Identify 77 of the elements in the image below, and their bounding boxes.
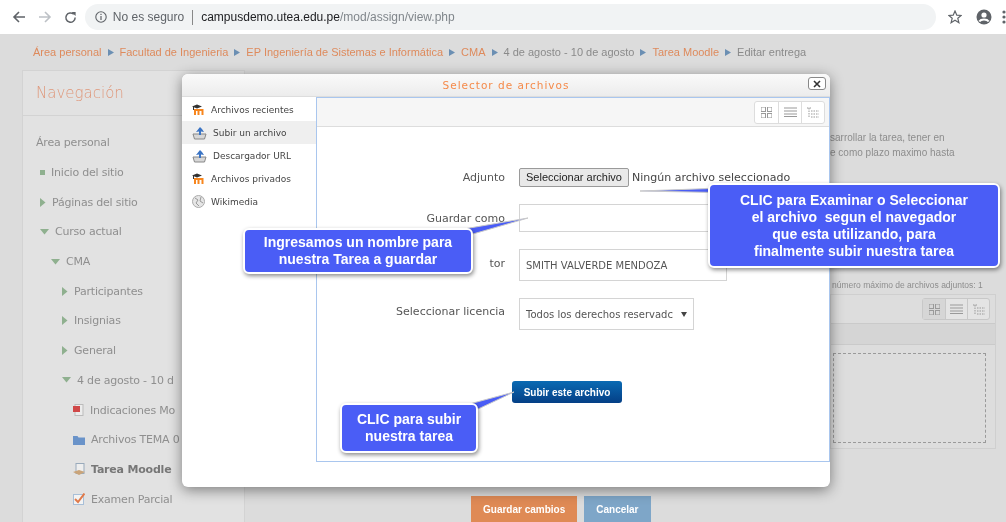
document-icon xyxy=(73,404,84,417)
breadcrumb-link[interactable]: CMA xyxy=(461,46,486,58)
nav-link[interactable]: 4 de agosto - 10 d xyxy=(77,373,174,387)
graduation-cap-icon xyxy=(192,173,205,184)
upload-icon xyxy=(192,148,207,163)
nav-link[interactable]: Indicaciones Mo xyxy=(90,403,176,417)
field-label: Adjunto xyxy=(462,170,505,184)
cancel-button[interactable]: Cancelar xyxy=(584,496,651,522)
callout: Ingresamos un nombre para nuestra Tarea a guardar xyxy=(243,228,473,274)
tree-icon xyxy=(807,106,819,118)
nav-link[interactable]: Insignias xyxy=(74,314,121,328)
upload-icon xyxy=(192,125,207,140)
license-select[interactable]: Todos los derechos reservadc xyxy=(519,298,694,330)
account-icon[interactable] xyxy=(976,9,993,25)
breadcrumb-link[interactable]: EP Ingeniería de Sistemas e Informática xyxy=(246,46,444,58)
nav-link[interactable]: Archivos TEMA 0 xyxy=(91,433,180,447)
author-field[interactable]: SMITH VALVERDE MENDOZA xyxy=(519,249,727,281)
nav-link[interactable]: Participantes xyxy=(74,284,143,298)
separator-icon xyxy=(234,48,241,56)
separator-icon xyxy=(640,48,647,56)
back-icon[interactable] xyxy=(11,10,26,24)
bullet-icon xyxy=(40,170,45,176)
field-label: tor xyxy=(489,257,505,270)
assignment-icon xyxy=(73,463,85,476)
save-button[interactable]: Guardar cambios xyxy=(471,496,578,522)
caret-icon xyxy=(681,311,687,317)
nav-link[interactable]: Examen Parcial xyxy=(91,492,173,506)
security-label: No es seguro xyxy=(112,10,185,24)
star-icon[interactable] xyxy=(948,10,963,24)
close-button[interactable] xyxy=(808,77,826,90)
list-icon xyxy=(950,304,963,314)
graduation-cap-icon xyxy=(192,104,205,115)
breadcrumb-text: 4 de agosto - 10 de agosto xyxy=(503,46,635,58)
breadcrumb-text: Editar entrega xyxy=(737,46,807,58)
separator-icon xyxy=(725,48,732,56)
menu-icon[interactable] xyxy=(1002,10,1006,24)
checkbox-icon xyxy=(73,493,85,506)
url-host: campusdemo.utea.edu.pe xyxy=(201,10,340,24)
repository-item[interactable]: Descargador URL xyxy=(182,144,316,167)
choose-file-button[interactable]: Seleccionar archivo xyxy=(519,167,629,187)
nav-link[interactable]: CMA xyxy=(66,255,91,269)
dialog-title: Selector de archivos xyxy=(442,79,570,91)
grid-icon xyxy=(761,106,772,118)
nav-link[interactable]: Tarea Moodle xyxy=(91,462,172,476)
upload-button[interactable]: Subir este archivo xyxy=(512,381,622,403)
repository-item[interactable]: Wikimedia xyxy=(182,190,316,213)
description-text: e como plazo maximo hasta xyxy=(830,146,956,160)
repository-item[interactable]: Archivos privados xyxy=(182,167,316,190)
tree-icon xyxy=(972,303,985,315)
repository-item[interactable]: Subir un archivo xyxy=(182,121,316,144)
reload-icon[interactable] xyxy=(63,10,77,24)
nav-link[interactable]: General xyxy=(74,344,116,358)
nav-link[interactable]: Curso actual xyxy=(55,225,122,239)
separator-icon xyxy=(107,48,114,56)
attachments-note: número máximo de archivos adjuntos: 1 xyxy=(832,280,983,290)
url-path: /mod/assign/view.php xyxy=(339,10,455,24)
callout: CLIC para Examinar o Seleccionar el archivo segun el navegador que esta utilizando, para finalmente subir nuestra tarea xyxy=(708,183,1000,268)
nav-link[interactable]: Páginas del sitio xyxy=(52,195,138,209)
folder-icon xyxy=(73,434,85,445)
breadcrumb-link[interactable]: Área personal xyxy=(33,46,102,58)
list-icon xyxy=(783,107,797,117)
repository-item[interactable]: Archivos recientes xyxy=(182,98,316,121)
nav-link[interactable]: Área personal xyxy=(36,136,110,150)
field-label: Seleccionar licencia xyxy=(396,305,505,318)
breadcrumb-link[interactable]: Facultad de Ingenieria xyxy=(119,46,229,58)
info-icon xyxy=(94,11,107,23)
field-label: Guardar como xyxy=(426,211,505,225)
nav-link[interactable]: Inicio del sitio xyxy=(51,166,124,180)
grid-icon xyxy=(928,303,940,315)
breadcrumb-link[interactable]: Tarea Moodle xyxy=(652,46,720,58)
separator-icon xyxy=(491,48,498,56)
separator-icon xyxy=(449,48,456,56)
file-status-text: Ningún archivo seleccionado xyxy=(632,170,791,184)
close-icon xyxy=(813,79,821,88)
callout: CLIC para subir nuestra tarea xyxy=(340,403,478,453)
globe-icon xyxy=(192,195,205,208)
panel-title: Navegación xyxy=(36,84,124,102)
